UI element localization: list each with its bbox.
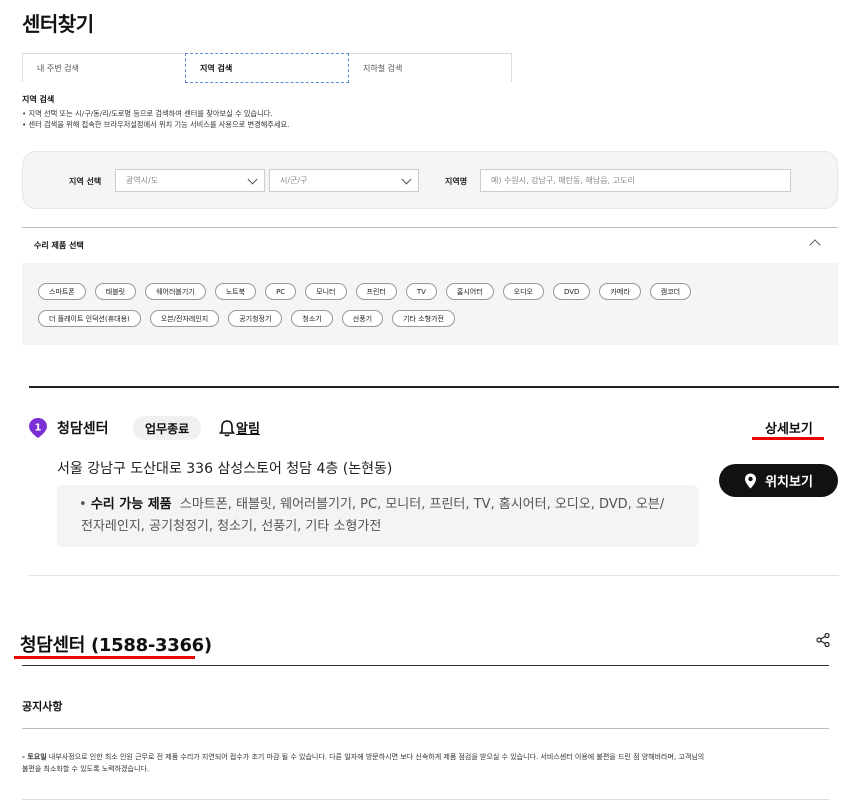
highlight-underline bbox=[752, 437, 824, 440]
product-chip[interactable]: 웨어러블기기 bbox=[145, 283, 206, 300]
notice-bold: - 토요일 bbox=[22, 753, 47, 761]
city-select[interactable]: 시/군/구 bbox=[269, 169, 419, 192]
products-list-2: 전자레인지, 공기청정기, 청소기, 선풍기, 기타 소형가전 bbox=[81, 519, 382, 534]
alarm-link[interactable]: 알림 bbox=[236, 418, 260, 437]
center-address: 서울 강남구 도산대로 336 삼성스토어 청담 4층 (논현동) bbox=[57, 461, 393, 477]
product-chip[interactable]: PC bbox=[265, 283, 297, 300]
product-chip[interactable]: 태블릿 bbox=[94, 283, 137, 300]
product-chip[interactable]: 프린터 bbox=[355, 283, 397, 300]
page-title: 센터찾기 bbox=[22, 12, 94, 36]
note-line: • 센터 검색을 위해 접속한 브라우저설정에서 위치 기능 서비스를 사용으로… bbox=[22, 120, 290, 129]
location-button-label: 위치보기 bbox=[765, 475, 813, 490]
divider bbox=[29, 575, 839, 576]
region-search-heading: 지역 검색 bbox=[22, 95, 55, 104]
product-chip[interactable]: 청소기 bbox=[291, 310, 333, 327]
product-chip[interactable]: 캠코더 bbox=[649, 283, 692, 300]
region-search-notes: • 지역 선택 또는 시/구/동/리/도로명 등으로 검색하여 센터를 찾아보실… bbox=[22, 108, 289, 130]
product-chip[interactable]: 오븐/전자레인지 bbox=[149, 310, 220, 327]
chip-row: 스마트폰 태블릿 웨어러블기기 노트북 PC 모니터 프린터 TV 홈시어터 오디오 DVD 카메라 캠… bbox=[38, 283, 692, 300]
product-chip-area: 스마트폰 태블릿 웨어러블기기 노트북 PC 모니터 프린터 TV 홈시어터 오디오 DVD 카메라 캠… bbox=[22, 263, 838, 345]
product-chip[interactable]: 스마트폰 bbox=[38, 283, 86, 300]
pin-icon: 1 bbox=[29, 418, 47, 438]
region-name-input[interactable]: 예) 수원시, 강남구, 매탄동, 해남읍, 고도리 bbox=[480, 169, 791, 192]
tab-nearby[interactable]: 내 주변 검색 bbox=[23, 54, 186, 82]
divider bbox=[22, 227, 838, 228]
chevron-down-icon bbox=[247, 174, 258, 185]
filter-box: 지역 선택 광역시/도 시/군/구 지역명 예) 수원시, 강남구, 매탄동, … bbox=[22, 151, 838, 209]
chevron-down-icon bbox=[401, 174, 412, 185]
notice-title: 공지사항 bbox=[22, 700, 63, 713]
notice-body: - 토요일 내부사정으로 인한 최소 인원 근무로 전 제품 수리가 지연되어 … bbox=[22, 751, 827, 775]
divider bbox=[29, 386, 839, 388]
chevron-up-icon[interactable] bbox=[809, 239, 821, 251]
province-select[interactable]: 광역시/도 bbox=[115, 169, 265, 192]
detail-link[interactable]: 상세보기 bbox=[765, 418, 813, 437]
notice-text-1: 내부사정으로 인한 최소 인원 근무로 전 제품 수리가 지연되어 접수가 조기… bbox=[46, 753, 705, 761]
product-chip[interactable]: 기타 소형가전 bbox=[392, 310, 455, 327]
province-select-value: 광역시/도 bbox=[126, 176, 159, 185]
note-line: • 지역 선택 또는 시/구/동/리/도로명 등으로 검색하여 센터를 찾아보실… bbox=[22, 109, 273, 118]
product-chip[interactable]: 오디오 bbox=[502, 283, 544, 300]
product-chip[interactable]: 노트북 bbox=[214, 283, 257, 300]
highlight-underline bbox=[14, 656, 195, 659]
notice-text-2: 불편을 최소화할 수 있도록 노력하겠습니다. bbox=[22, 765, 150, 773]
location-icon bbox=[745, 473, 757, 488]
product-chip[interactable]: 모니터 bbox=[305, 283, 347, 300]
city-select-value: 시/군/구 bbox=[280, 176, 308, 185]
product-chip[interactable]: DVD bbox=[553, 283, 591, 300]
bell-icon[interactable] bbox=[219, 419, 235, 437]
divider bbox=[22, 728, 829, 729]
status-badge: 업무종료 bbox=[133, 416, 202, 440]
divider bbox=[22, 665, 829, 666]
region-select-label: 지역 선택 bbox=[69, 177, 102, 186]
chip-row: 더 플레이트 인덕션(휴대용) 오븐/전자레인지 공기청정기 청소기 선풍기 기타 소형가… bbox=[38, 310, 455, 327]
center-heading: 청담센터 (1588-3366) bbox=[20, 635, 212, 656]
repair-title: 수리 제품 선택 bbox=[34, 241, 84, 250]
location-button[interactable]: 위치보기 bbox=[719, 464, 838, 497]
pin-number: 1 bbox=[35, 423, 42, 434]
divider bbox=[22, 799, 829, 800]
repair-products-box: • 수리 가능 제품 스마트폰, 태블릿, 웨어러블기기, PC, 모니터, 프… bbox=[57, 485, 699, 547]
product-chip[interactable]: TV bbox=[405, 283, 437, 300]
notice-line: - 토요일 내부사정으로 인한 최소 인원 근무로 전 제품 수리가 지연되어 … bbox=[22, 751, 827, 763]
region-name-placeholder: 예) 수원시, 강남구, 매탄동, 해남읍, 고도리 bbox=[491, 176, 635, 185]
share-icon[interactable] bbox=[815, 632, 831, 648]
products-line: • 수리 가능 제품 스마트폰, 태블릿, 웨어러블기기, PC, 모니터, 프… bbox=[79, 497, 665, 512]
products-list-1: 스마트폰, 태블릿, 웨어러블기기, PC, 모니터, 프린터, TV, 홈시어… bbox=[179, 497, 665, 512]
product-chip[interactable]: 카메라 bbox=[599, 283, 641, 300]
search-tabs: 내 주변 검색 지역 검색 지하철 검색 bbox=[22, 53, 512, 83]
tab-region[interactable]: 지역 검색 bbox=[185, 53, 349, 83]
region-name-label: 지역명 bbox=[445, 177, 468, 186]
products-label: 수리 가능 제품 bbox=[90, 497, 172, 512]
product-chip[interactable]: 홈시어터 bbox=[445, 283, 494, 300]
center-name: 청담센터 bbox=[57, 421, 109, 437]
tab-subway[interactable]: 지하철 검색 bbox=[349, 54, 511, 82]
product-chip[interactable]: 선풍기 bbox=[341, 310, 384, 327]
product-chip[interactable]: 공기청정기 bbox=[228, 310, 283, 327]
product-chip[interactable]: 더 플레이트 인덕션(휴대용) bbox=[38, 310, 141, 327]
